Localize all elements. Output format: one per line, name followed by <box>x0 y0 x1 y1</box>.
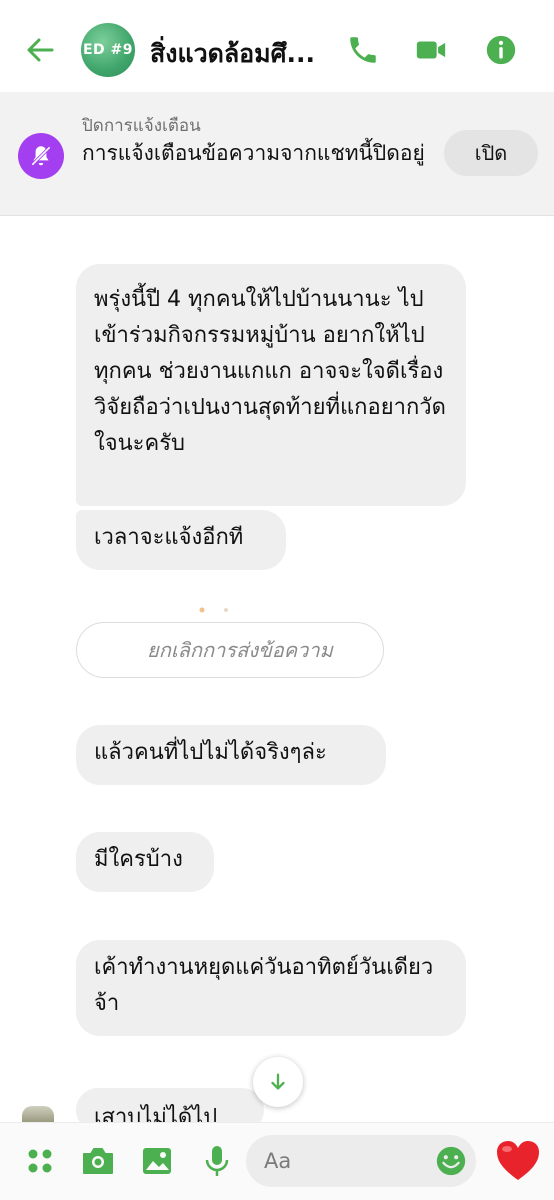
message-bubble[interactable]: เค้าทำงานหยุดแค่วันอาทิตย์วันเดียวจ้า <box>76 940 466 1036</box>
chat-title[interactable]: สิ่งแวดล้อมศึ... <box>150 34 330 74</box>
emoji-icon[interactable] <box>434 1144 468 1178</box>
chat-header: ED #9 สิ่งแวดล้อมศึ... <box>0 0 554 92</box>
arrow-left-icon[interactable] <box>22 32 58 68</box>
unmute-button[interactable]: เปิด <box>444 130 538 176</box>
camera-icon[interactable] <box>80 1143 116 1179</box>
phone-icon[interactable] <box>346 33 380 67</box>
reaction-dots <box>199 607 228 613</box>
info-icon[interactable] <box>484 33 518 67</box>
unsent-message-notice: ยกเลิกการส่งข้อความ <box>76 622 384 678</box>
message-bubble[interactable]: เวลาจะแจ้งอีกที <box>76 510 286 570</box>
heart-icon[interactable] <box>494 1138 542 1184</box>
image-icon[interactable] <box>139 1143 175 1179</box>
message-bubble[interactable]: มีใครบ้าง <box>76 832 214 892</box>
message-placeholder: Aa <box>264 1149 292 1173</box>
apps-icon[interactable] <box>22 1143 58 1179</box>
mute-badge <box>18 133 64 179</box>
mute-caption: ปิดการแจ้งเตือน <box>82 116 201 136</box>
microphone-icon[interactable] <box>199 1143 235 1179</box>
unsent-text: ยกเลิกการส่งข้อความ <box>147 638 333 662</box>
message-bubble[interactable]: พรุ่งนี้ปี 4 ทุกคนให้ไปบ้านนานะ ไปเข้าร่… <box>76 264 466 506</box>
mute-description: การแจ้งเตือนข้อความจากแชทนี้ปิดอยู่ <box>82 141 425 165</box>
bell-off-icon <box>31 146 51 166</box>
scroll-to-bottom-button[interactable] <box>253 1057 303 1107</box>
message-bubble[interactable]: แล้วคนที่ไปไม่ได้จริงๆล่ะ <box>76 725 386 785</box>
video-icon[interactable] <box>414 33 448 67</box>
group-avatar[interactable]: ED #9 <box>81 23 135 77</box>
arrow-down-icon <box>271 1073 285 1090</box>
